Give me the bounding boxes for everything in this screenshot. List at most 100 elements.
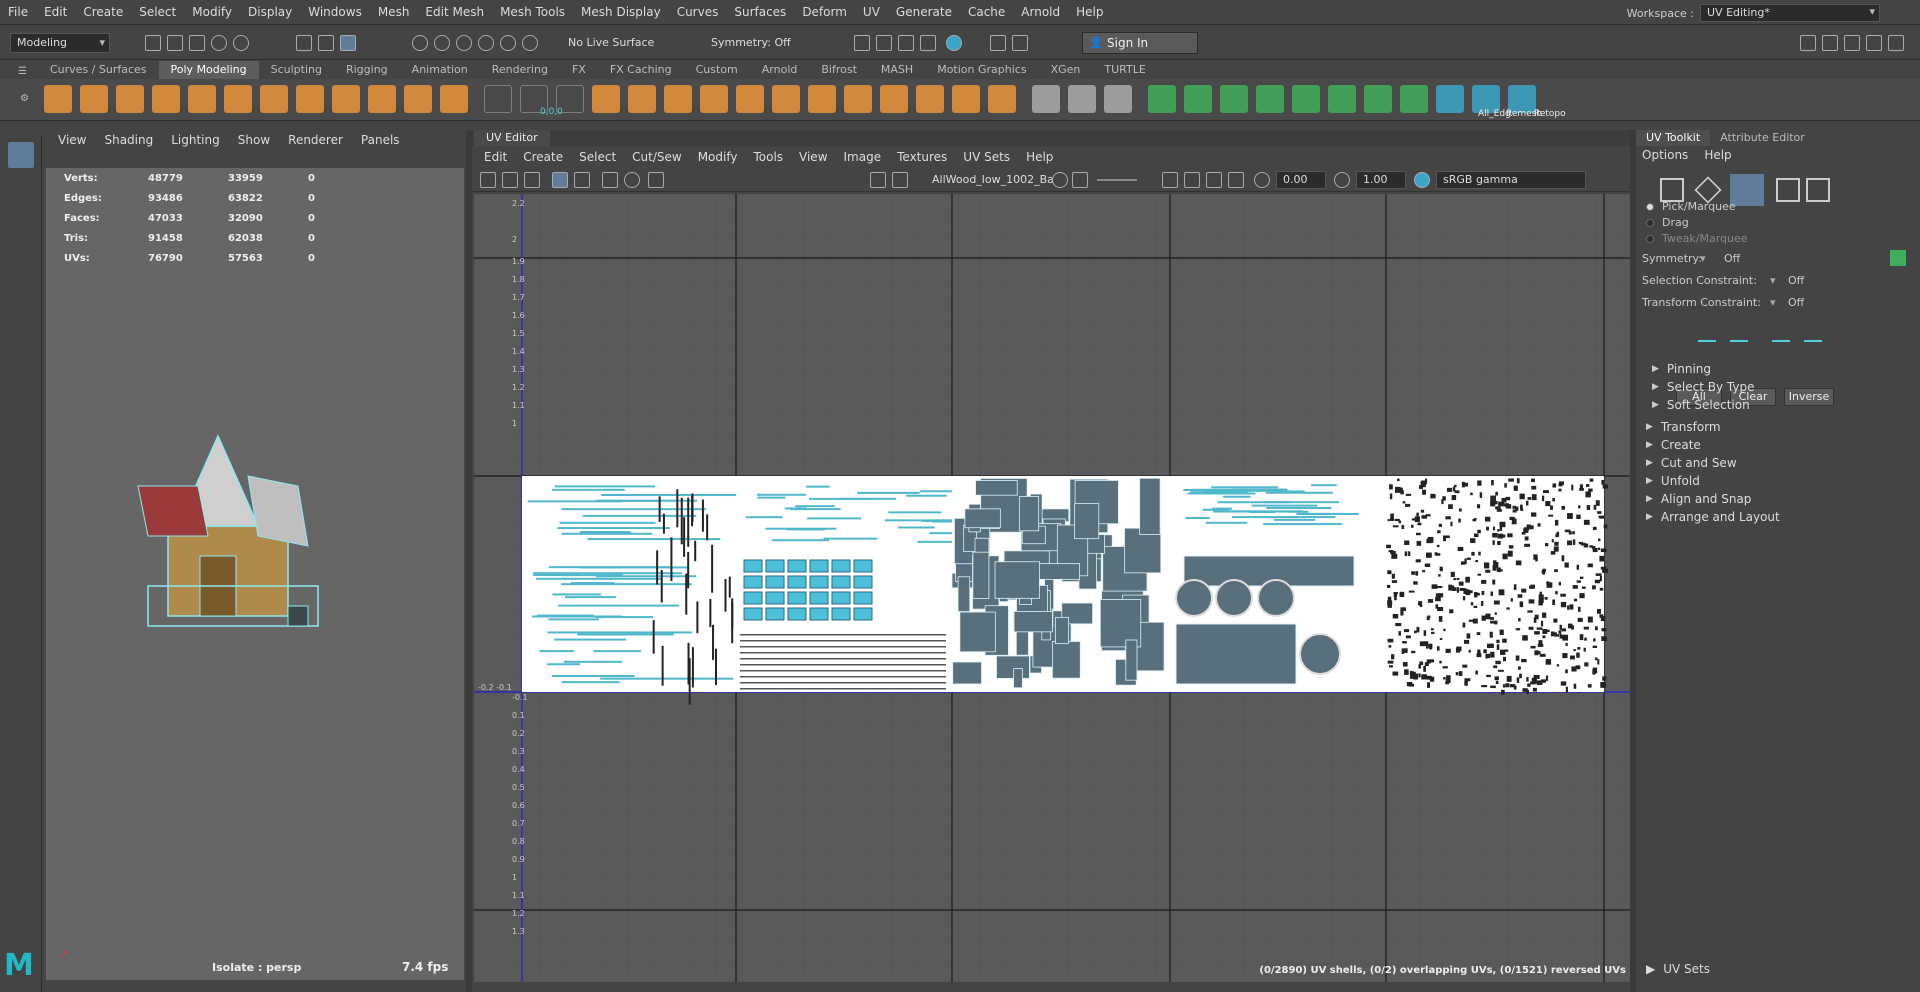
viewport-menu-lighting[interactable]: Lighting bbox=[171, 133, 220, 147]
shelf-uv-layout-icon[interactable] bbox=[1364, 85, 1392, 113]
shelf-uv-auto-icon[interactable] bbox=[1256, 85, 1284, 113]
shelf-insert-loop-icon[interactable] bbox=[1068, 85, 1096, 113]
uv-menu-uv-sets[interactable]: UV Sets bbox=[963, 150, 1010, 164]
panel-divider[interactable] bbox=[466, 130, 472, 992]
shelf-tab-curves-surfaces[interactable]: Curves / Surfaces bbox=[38, 61, 159, 79]
shelf-uv-cylindrical-icon[interactable] bbox=[1184, 85, 1212, 113]
selection-constraint-value[interactable]: Off bbox=[1788, 274, 1804, 287]
uv-menu-modify[interactable]: Modify bbox=[698, 150, 738, 164]
toggle-attribute-editor-icon[interactable] bbox=[1822, 35, 1838, 51]
paint-select-tool-icon[interactable] bbox=[8, 214, 34, 240]
shelf-tab-sculpting[interactable]: Sculpting bbox=[259, 61, 334, 79]
viewport-menu-panels[interactable]: Panels bbox=[361, 133, 400, 147]
live-surface-field[interactable]: No Live Surface bbox=[568, 36, 654, 49]
shelf-uv-spherical-icon[interactable] bbox=[1220, 85, 1248, 113]
shelf-merge-icon[interactable] bbox=[772, 85, 800, 113]
vertex-mode-icon[interactable] bbox=[1660, 178, 1684, 202]
uv-grid-icon[interactable] bbox=[480, 172, 496, 188]
shelf-tab-motion-graphics[interactable]: Motion Graphics bbox=[925, 61, 1038, 79]
shelf-bevel-icon[interactable] bbox=[664, 85, 692, 113]
uv-menu-edit[interactable]: Edit bbox=[484, 150, 507, 164]
shelf-mirror-icon[interactable] bbox=[952, 85, 980, 113]
single-perspective-layout-icon[interactable] bbox=[8, 446, 34, 472]
uv-editor-tab[interactable]: UV Editor bbox=[474, 130, 550, 146]
shelf-tab-custom[interactable]: Custom bbox=[684, 61, 750, 79]
radio-pick-marquee[interactable]: Pick/Marquee bbox=[1646, 200, 1736, 213]
scale-tool-icon[interactable] bbox=[8, 322, 34, 348]
subsection-pinning[interactable]: ▶ Pinning bbox=[1638, 360, 1914, 378]
viewport-menu-show[interactable]: Show bbox=[238, 133, 270, 147]
menu-set-dropdown[interactable]: Modeling bbox=[10, 33, 110, 53]
uv-snapshot-icon[interactable] bbox=[648, 172, 664, 188]
shelf-append-icon[interactable] bbox=[736, 85, 764, 113]
rotate-tool-icon[interactable] bbox=[8, 286, 34, 312]
menu-curves[interactable]: Curves bbox=[669, 5, 727, 19]
shelf-sphere-icon[interactable] bbox=[44, 85, 72, 113]
shelf-uv-camera-icon[interactable] bbox=[1292, 85, 1320, 113]
uv-menu-cut-sew[interactable]: Cut/Sew bbox=[632, 150, 682, 164]
shelf-tab-rendering[interactable]: Rendering bbox=[480, 61, 560, 79]
shelf-disc-icon[interactable] bbox=[260, 85, 288, 113]
symmetry-value[interactable]: Off bbox=[1724, 252, 1740, 265]
shelf-triangulate-icon[interactable] bbox=[988, 85, 1016, 113]
shelf-menu-icon[interactable]: ☰ bbox=[18, 66, 27, 77]
shelf-torus-icon[interactable] bbox=[188, 85, 216, 113]
select-shell-icon[interactable] bbox=[1804, 340, 1822, 352]
snap-surface-icon[interactable] bbox=[500, 35, 516, 51]
menu-help[interactable]: Help bbox=[1068, 5, 1111, 19]
uv-menu-textures[interactable]: Textures bbox=[897, 150, 947, 164]
shelf-uv-planar-icon[interactable] bbox=[1148, 85, 1176, 113]
workspace-dropdown[interactable]: UV Editing* bbox=[1700, 4, 1880, 22]
shelf-type-icon[interactable] bbox=[404, 85, 432, 113]
shrink-selection-icon[interactable] bbox=[1730, 340, 1748, 352]
render-settings-icon[interactable] bbox=[920, 35, 936, 51]
colorspace-dropdown[interactable]: sRGB gamma bbox=[1436, 171, 1586, 189]
toggle-outliner-icon[interactable] bbox=[1888, 35, 1904, 51]
shelf-bridge-icon[interactable] bbox=[628, 85, 656, 113]
radio-drag[interactable]: Drag bbox=[1646, 216, 1689, 229]
redo-icon[interactable] bbox=[233, 35, 249, 51]
viewport-menu-renderer[interactable]: Renderer bbox=[288, 133, 343, 147]
image-filter-icon[interactable] bbox=[1072, 172, 1088, 188]
shelf-tab-poly-modeling[interactable]: Poly Modeling bbox=[158, 61, 259, 79]
menu-generate[interactable]: Generate bbox=[888, 5, 960, 19]
shelf-offset-loop-icon[interactable] bbox=[1104, 85, 1132, 113]
channel-rgb-icon[interactable] bbox=[1206, 172, 1222, 188]
uv-menu-create[interactable]: Create bbox=[523, 150, 563, 164]
arnold-render-icon[interactable] bbox=[990, 35, 1006, 51]
menu-uv[interactable]: UV bbox=[855, 5, 888, 19]
menu-select[interactable]: Select bbox=[131, 5, 184, 19]
snap-grid-icon[interactable] bbox=[412, 35, 428, 51]
shelf-tab-fx-caching[interactable]: FX Caching bbox=[598, 61, 684, 79]
shelf-uv-cut-icon[interactable] bbox=[1400, 85, 1428, 113]
select-object-icon[interactable] bbox=[318, 35, 334, 51]
menu-mesh[interactable]: Mesh bbox=[370, 5, 418, 19]
arnold-pause-icon[interactable] bbox=[1012, 35, 1028, 51]
uv-menu-help[interactable]: Help bbox=[1026, 150, 1053, 164]
exposure-field[interactable]: 0.00 bbox=[1276, 171, 1326, 189]
workspace-selector[interactable]: Workspace : UV Editing* bbox=[1627, 4, 1880, 22]
shelf-options-icon[interactable]: ⚙ bbox=[20, 93, 29, 104]
uv-canvas[interactable]: 2.2 2 1.9 1.8 1.7 1.6 1.5 1.4 1.3 1.2 1.1 1 -0.1 0.1 0… bbox=[474, 194, 1630, 982]
menu-create[interactable]: Create bbox=[75, 5, 131, 19]
menu-edit-mesh[interactable]: Edit Mesh bbox=[417, 5, 492, 19]
hypershade-icon[interactable] bbox=[946, 35, 962, 51]
select-component-icon[interactable] bbox=[340, 35, 356, 51]
radio-tweak-marquee[interactable]: Tweak/Marquee bbox=[1646, 232, 1748, 245]
subsection-select-by-type[interactable]: ▶ Select By Type bbox=[1638, 378, 1914, 396]
shelf-combine-icon[interactable] bbox=[484, 85, 512, 113]
toggle-tool-settings-icon[interactable] bbox=[1844, 35, 1860, 51]
menu-cache[interactable]: Cache bbox=[960, 5, 1013, 19]
texture-name[interactable]: AllWood_low_1002_Ba bbox=[932, 173, 1054, 186]
tab-uv-toolkit[interactable]: UV Toolkit bbox=[1636, 130, 1711, 146]
ipr-render-icon[interactable] bbox=[898, 35, 914, 51]
symmetry-field[interactable]: Symmetry: Off bbox=[711, 36, 791, 49]
shelf-tab-bifrost[interactable]: Bifrost bbox=[809, 61, 869, 79]
shelf-svg-icon[interactable] bbox=[440, 85, 468, 113]
image-dim-slider[interactable] bbox=[1097, 179, 1137, 181]
display-image-icon[interactable] bbox=[870, 172, 886, 188]
menu-deform[interactable]: Deform bbox=[794, 5, 855, 19]
select-hierarchy-icon[interactable] bbox=[296, 35, 312, 51]
uv-texture-borders-icon[interactable] bbox=[552, 172, 568, 188]
shelf-super-shape-icon[interactable] bbox=[332, 85, 360, 113]
